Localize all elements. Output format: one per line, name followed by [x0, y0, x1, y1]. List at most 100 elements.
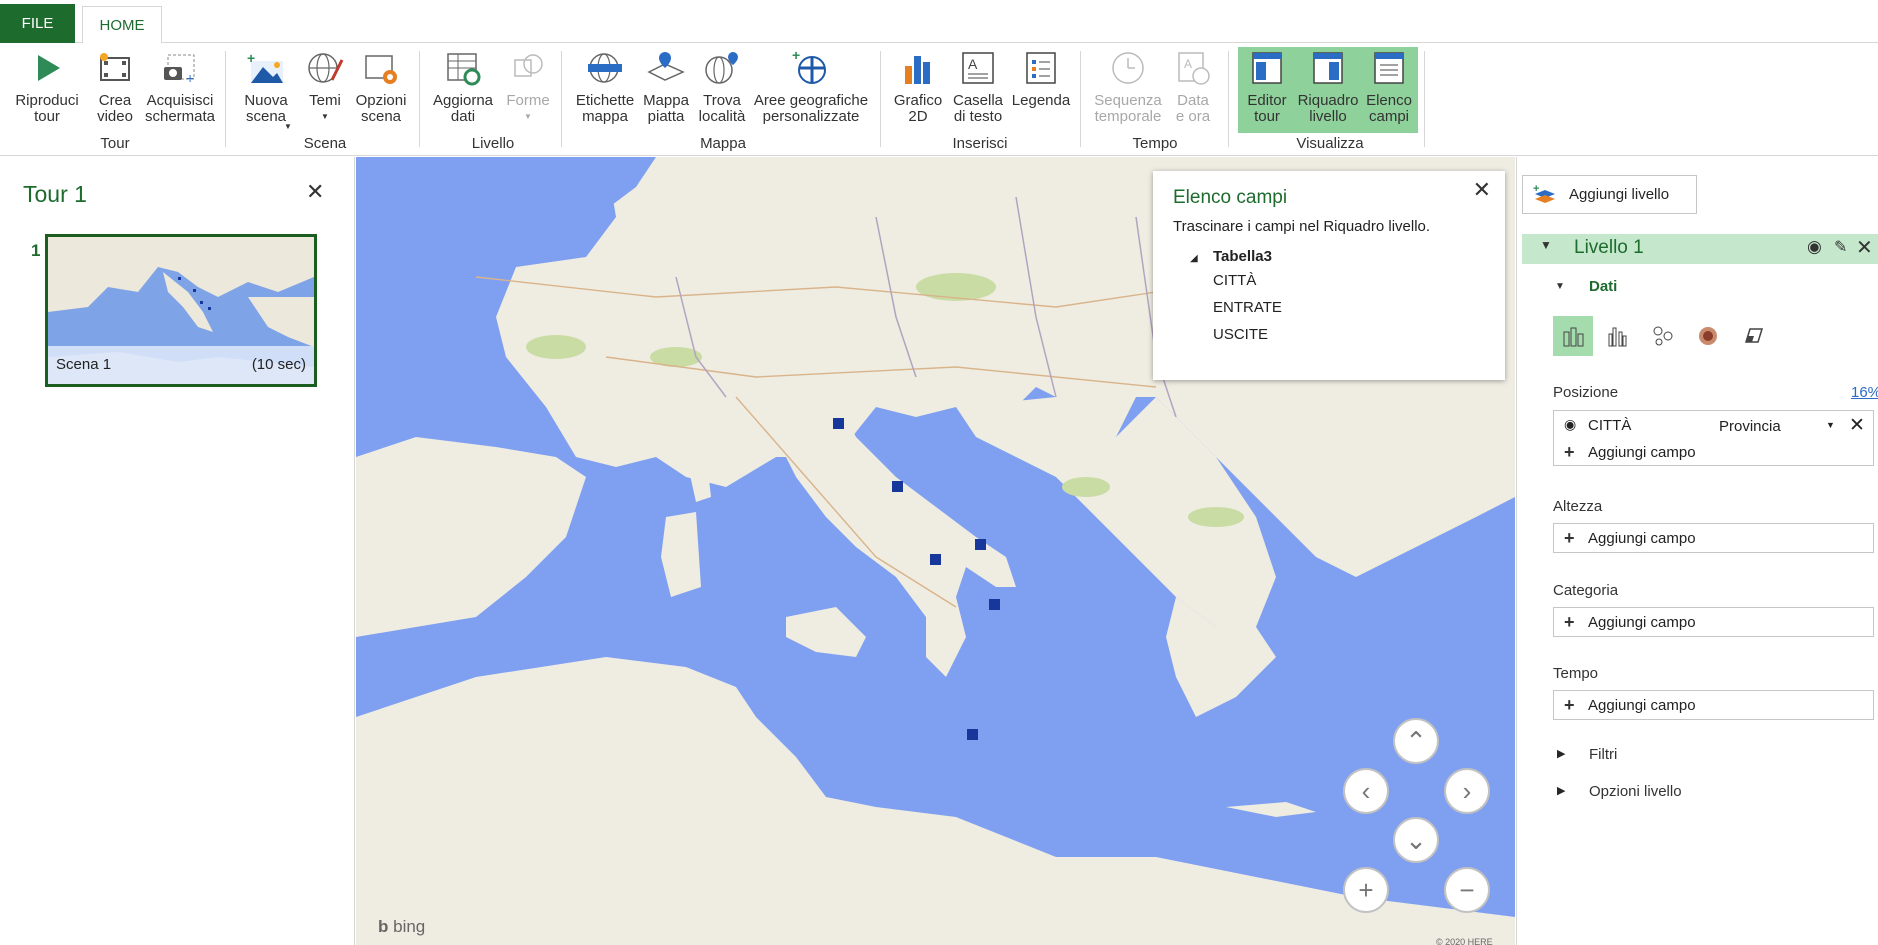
scene-gear-icon — [360, 47, 402, 89]
tour-panel: Tour 1 ✕ 1 Scena 1 (10 sec) — [0, 157, 355, 945]
map-copyright: © 2020 HERE — [1436, 937, 1493, 945]
tab-home[interactable]: HOME — [82, 6, 162, 44]
zoom-in-button[interactable]: + — [1343, 867, 1389, 913]
layer-pane-button[interactable]: Riquadro livello — [1296, 47, 1360, 133]
scene-options-button[interactable]: Opzioni scena — [354, 47, 408, 133]
pan-down-button[interactable]: ⌄ — [1393, 817, 1439, 863]
map-marker[interactable] — [975, 539, 986, 550]
region-map-icon — [1744, 328, 1764, 343]
scene-footer: Scena 1 (10 sec) — [48, 346, 314, 384]
ribbon-separator — [419, 51, 420, 147]
play-icon — [26, 47, 68, 89]
close-icon[interactable]: ✕ — [1473, 177, 1491, 203]
text-box-button[interactable]: A Casella di testo — [951, 47, 1005, 133]
field-item[interactable]: ENTRATE — [1213, 299, 1282, 316]
globe-brush-icon — [304, 47, 346, 89]
field-list-table[interactable]: Tabella3 — [1213, 248, 1272, 265]
map-marker[interactable] — [930, 554, 941, 565]
pan-left-button[interactable]: ‹ — [1343, 768, 1389, 814]
find-location-button[interactable]: Trova località — [696, 47, 748, 133]
layer-pane: + Aggiungi livello ▼ Livello 1 ◉ ✎ ✕ ▼ D… — [1516, 157, 1878, 945]
map-marker[interactable] — [892, 481, 903, 492]
layer-header[interactable]: ▼ Livello 1 ◉ ✎ ✕ — [1522, 234, 1878, 264]
legend-button[interactable]: Legenda — [1010, 47, 1072, 133]
shapes-button[interactable]: Forme ▼ — [504, 47, 552, 133]
globe-pin-icon — [701, 47, 743, 89]
ribbon-separator — [880, 51, 881, 147]
svg-text:A: A — [968, 56, 978, 72]
table-refresh-icon — [442, 47, 484, 89]
chart-2d-button[interactable]: Grafico 2D — [890, 47, 946, 133]
stacked-column-chart-button[interactable] — [1553, 316, 1593, 356]
region-map-button[interactable] — [1733, 316, 1773, 356]
radio-icon[interactable]: ◉ — [1564, 416, 1576, 433]
filters-section[interactable]: Filtri — [1589, 746, 1617, 763]
layer-pane-icon — [1307, 47, 1349, 89]
time-field-box[interactable]: + Aggiungi campo — [1553, 690, 1874, 720]
field-list-icon — [1368, 47, 1410, 89]
map-marker[interactable] — [967, 729, 978, 740]
time-sequence-button[interactable]: Sequenza temporale — [1090, 47, 1166, 133]
globe-label-icon — [584, 47, 626, 89]
collapse-triangle-icon[interactable]: ▼ — [1540, 238, 1552, 252]
chevron-right-icon: › — [1462, 775, 1472, 806]
map-labels-button[interactable]: Etichette mappa — [572, 47, 638, 133]
clustered-column-icon — [1608, 327, 1627, 347]
field-item[interactable]: USCITE — [1213, 326, 1268, 343]
expand-triangle-icon[interactable]: ▶ — [1557, 784, 1565, 797]
play-tour-button[interactable]: Riproduci tour — [8, 47, 86, 133]
svg-text:+: + — [186, 70, 194, 85]
map-marker[interactable] — [833, 418, 844, 429]
map-marker[interactable] — [989, 599, 1000, 610]
pencil-icon[interactable]: ✎ — [1834, 237, 1847, 257]
tour-editor-button[interactable]: Editor tour — [1238, 47, 1296, 133]
create-video-button[interactable]: Crea video — [90, 47, 140, 133]
refresh-data-button[interactable]: Aggiorna dati — [428, 47, 498, 133]
close-icon[interactable]: ✕ — [306, 179, 324, 205]
category-field-box[interactable]: + Aggiungi campo — [1553, 607, 1874, 637]
text-box-icon: A — [957, 47, 999, 89]
heat-map-button[interactable] — [1688, 316, 1728, 356]
scene-thumbnail[interactable]: Scena 1 (10 sec) — [45, 234, 317, 387]
tab-file[interactable]: FILE — [0, 4, 75, 43]
custom-regions-button[interactable]: + Aree geografiche personalizzate — [750, 47, 872, 133]
height-field-box[interactable]: + Aggiungi campo — [1553, 523, 1874, 553]
add-field-link[interactable]: Aggiungi campo — [1588, 444, 1696, 461]
field-list-button[interactable]: Elenco campi — [1360, 47, 1418, 133]
themes-button[interactable]: Temi ▼ — [300, 47, 350, 133]
scene-number: 1 — [31, 241, 41, 260]
eye-icon[interactable]: ◉ — [1807, 237, 1822, 257]
svg-text:+: + — [792, 50, 800, 63]
date-time-button[interactable]: A Data e ora — [1170, 47, 1216, 133]
capture-screen-button[interactable]: + Acquisisci schermata — [142, 47, 218, 133]
position-percent[interactable]: 16% — [1851, 384, 1878, 401]
expand-triangle-icon[interactable]: ◢ — [1190, 253, 1198, 264]
minus-icon: − — [1459, 874, 1475, 905]
collapse-triangle-icon[interactable]: ▼ — [1555, 281, 1565, 292]
expand-triangle-icon[interactable]: ▶ — [1557, 747, 1565, 760]
pan-up-button[interactable]: ⌃ — [1393, 718, 1439, 764]
add-layer-button[interactable]: + Aggiungi livello — [1522, 175, 1697, 214]
dropdown-arrow-icon: ▼ — [321, 112, 329, 121]
ribbon: Riproduci tour Crea video + Acquisisci s… — [0, 43, 1878, 156]
field-item[interactable]: CITTÀ — [1213, 272, 1256, 289]
bubble-chart-button[interactable] — [1643, 316, 1683, 356]
pan-right-button[interactable]: › — [1444, 768, 1490, 814]
layer-options-section[interactable]: Opzioni livello — [1589, 783, 1682, 800]
chevron-up-icon: ⌃ — [1405, 725, 1427, 756]
group-label-layer: Livello — [471, 135, 515, 152]
group-label-tour: Tour — [100, 135, 130, 152]
new-scene-button[interactable]: + Nuova scena ▼ — [238, 47, 294, 133]
position-type-dropdown[interactable]: Provincia — [1719, 418, 1781, 435]
chevron-down-icon: ⌄ — [1405, 824, 1427, 855]
remove-field-icon[interactable]: ✕ — [1849, 414, 1865, 437]
zoom-out-button[interactable]: − — [1444, 867, 1490, 913]
group-label-scene: Scena — [303, 135, 347, 152]
clustered-column-chart-button[interactable] — [1598, 316, 1638, 356]
delete-icon[interactable]: ✕ — [1856, 235, 1873, 260]
dropdown-arrow-icon[interactable]: ▼ — [1826, 420, 1835, 430]
height-label: Altezza — [1553, 498, 1603, 515]
date-time-icon: A — [1172, 47, 1214, 89]
flat-map-button[interactable]: Mappa piatta — [641, 47, 691, 133]
data-section-label[interactable]: Dati — [1589, 278, 1617, 295]
